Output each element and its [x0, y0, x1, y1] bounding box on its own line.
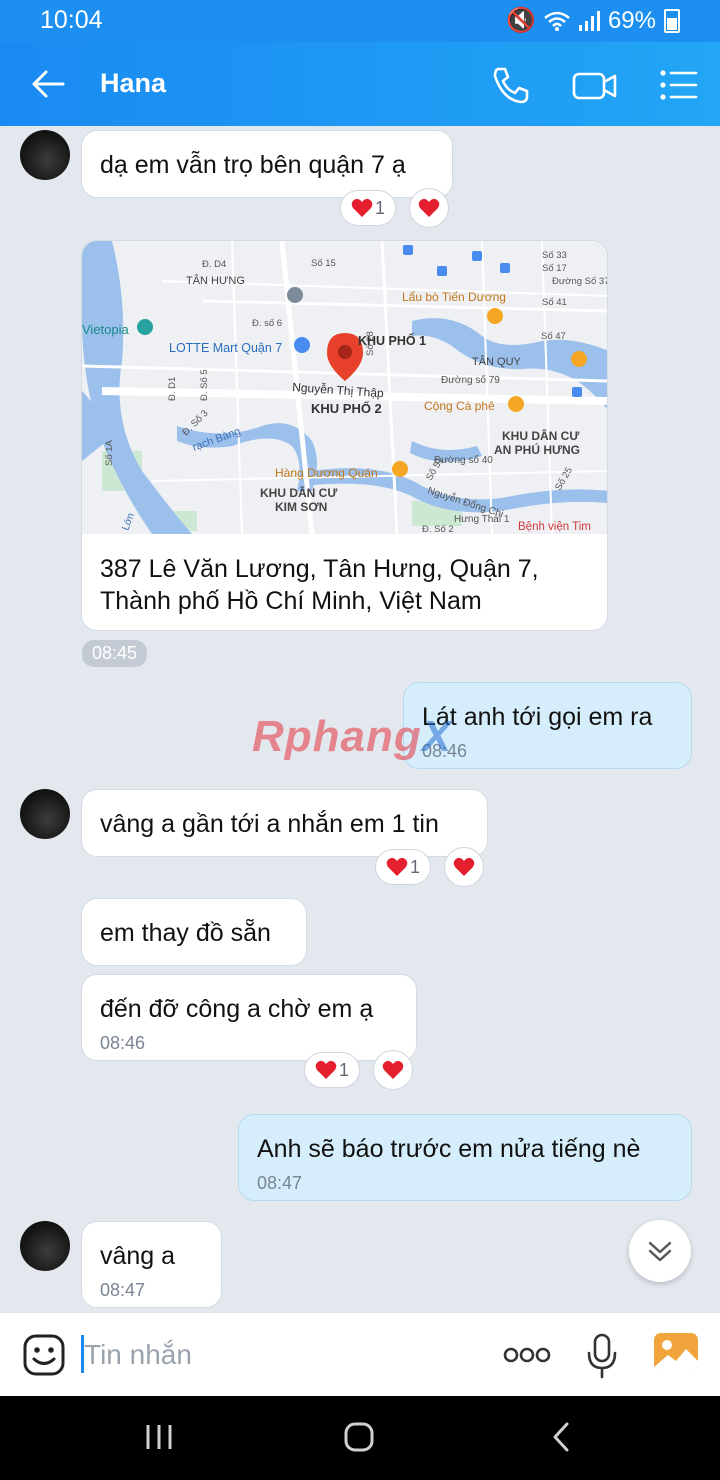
location-address: Thành phố Hồ Chí Minh, Việt Nam	[100, 587, 482, 615]
map-label: LOTTE Mart Quận 7	[169, 341, 282, 355]
map-label: Số 1A	[104, 439, 115, 466]
heart-icon	[382, 1060, 404, 1079]
map-label: Đường số 79	[441, 374, 500, 386]
react-button[interactable]	[373, 1050, 413, 1090]
message-text: em thay đồ sẵn	[100, 919, 271, 947]
map-label: KIM SƠN	[275, 500, 327, 514]
avatar[interactable]	[20, 789, 70, 839]
message-text: dạ em vẫn trọ bên quận 7 ạ	[100, 151, 406, 179]
map-label: Số 47	[541, 331, 566, 342]
message-text: đến đỡ công a chờ em ạ	[100, 995, 374, 1023]
map-label: AN PHÚ HƯNG	[494, 442, 580, 457]
status-time: 10:04	[40, 6, 103, 34]
video-icon[interactable]	[572, 64, 618, 106]
message-text: Lát anh tới gọi em ra	[422, 703, 653, 731]
status-icons: 🔇 69%	[506, 6, 680, 35]
map-label: Đ. D4	[202, 259, 226, 270]
home-icon[interactable]	[343, 1421, 375, 1453]
message-text: vâng a	[100, 1242, 176, 1270]
mute-icon: 🔇	[506, 7, 536, 34]
reaction-count: 1	[374, 197, 385, 218]
map-label: Đ. Số 2	[422, 524, 454, 534]
phone-icon[interactable]	[490, 64, 532, 106]
heart-icon	[418, 198, 440, 217]
message-time: 08:47	[257, 1173, 303, 1193]
location-address: 387 Lê Văn Lương, Tân Hưng, Quận 7,	[100, 555, 539, 583]
map-label: Số 33	[542, 250, 567, 261]
battery-icon	[664, 8, 680, 33]
image-icon[interactable]	[654, 1333, 698, 1373]
watermark: RphangX	[252, 712, 453, 761]
heart-icon	[453, 857, 475, 876]
reaction-summary[interactable]: 1	[304, 1052, 360, 1088]
map-label: Số 15	[311, 258, 336, 269]
status-bar: 10:04 🔇 69%	[0, 0, 720, 42]
map-label: Vietopia	[82, 322, 130, 337]
map-label: Bệnh viện Tim	[518, 521, 591, 533]
scroll-to-bottom-button[interactable]	[629, 1220, 691, 1282]
map-label: KHU PHỐ 2	[311, 401, 382, 416]
battery-percent: 69%	[607, 6, 656, 34]
message-bubble[interactable]: vâng a 08:47	[81, 1221, 222, 1308]
map-label: Số 17	[542, 263, 567, 274]
message-bubble[interactable]: đến đỡ công a chờ em ạ 08:46	[81, 974, 417, 1061]
reaction-count: 1	[338, 1059, 349, 1080]
avatar[interactable]	[20, 130, 70, 180]
map-label: Đ. D1	[167, 377, 178, 401]
message-text: vâng a gần tới a nhắn em 1 tin	[100, 810, 439, 838]
chevron-down-icon	[648, 1241, 672, 1262]
map-label: Hưng Thái 1	[454, 514, 510, 525]
message-time: 08:46	[100, 1033, 146, 1053]
message-input[interactable]: Tin nhắn	[84, 1339, 192, 1371]
map-label: Lẩu bò Tiến Dương	[402, 290, 506, 304]
map-label: TÂN HƯNG	[186, 274, 245, 287]
message-input-bar: Tin nhắn	[0, 1312, 720, 1397]
map-label: Đ. Số 5	[199, 369, 210, 401]
wifi-icon	[544, 11, 570, 31]
map-label: TÂN QUY	[472, 355, 522, 368]
map-preview[interactable]: Vietopia LOTTE Mart Quận 7 TÂN HƯNG Lẩu …	[82, 241, 608, 534]
contact-name[interactable]: Hana	[100, 68, 166, 99]
timestamp-pill: 08:45	[82, 640, 148, 667]
system-navigation-bar	[0, 1396, 720, 1480]
map-label: Hàng Dương Quán	[275, 466, 378, 480]
chat-header: Hana	[0, 42, 720, 126]
sticker-icon[interactable]	[22, 1333, 66, 1377]
map-label: Số 28	[365, 331, 376, 356]
menu-icon[interactable]	[658, 64, 700, 106]
message-time: 08:47	[100, 1280, 146, 1300]
back-arrow-icon[interactable]	[30, 66, 66, 102]
mic-icon[interactable]	[586, 1333, 618, 1379]
react-button[interactable]	[444, 847, 484, 887]
more-icon[interactable]	[503, 1345, 551, 1365]
message-bubble[interactable]: dạ em vẫn trọ bên quận 7 ạ	[81, 130, 453, 198]
heart-icon	[386, 857, 408, 876]
message-bubble[interactable]: vâng a gần tới a nhắn em 1 tin	[81, 789, 488, 857]
reaction-summary[interactable]: 1	[375, 849, 431, 885]
nav-back-icon[interactable]	[550, 1422, 572, 1452]
heart-icon	[315, 1060, 337, 1079]
reaction-count: 1	[409, 856, 420, 877]
map-label: Cộng Cà phê	[424, 399, 495, 413]
message-bubble[interactable]: em thay đồ sẵn	[81, 898, 307, 966]
heart-icon	[351, 198, 373, 217]
react-button[interactable]	[409, 188, 449, 228]
location-card[interactable]: Vietopia LOTTE Mart Quận 7 TÂN HƯNG Lẩu …	[81, 240, 608, 631]
message-text: Anh sẽ báo trước em nửa tiếng nè	[257, 1135, 641, 1163]
message-bubble-outgoing[interactable]: Anh sẽ báo trước em nửa tiếng nè 08:47	[238, 1114, 692, 1201]
recent-apps-icon[interactable]	[145, 1424, 173, 1450]
avatar[interactable]	[20, 1221, 70, 1271]
reaction-summary[interactable]: 1	[340, 190, 396, 226]
signal-icon	[578, 10, 600, 31]
map-label: Đ. số 6	[252, 318, 282, 329]
map-label: Số 41	[542, 297, 567, 308]
map-label: Đường Số 37	[552, 276, 608, 287]
map-label: KHU DÂN CƯ	[260, 485, 337, 500]
map-label: KHU DÂN CƯ	[502, 428, 579, 443]
